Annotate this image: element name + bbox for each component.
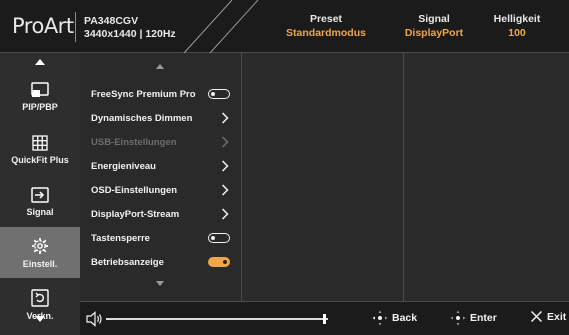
menu-scroll-up-icon[interactable] [80, 64, 240, 69]
signal-label: Signal [418, 13, 450, 25]
toggle-on-icon[interactable] [208, 257, 230, 267]
logo-divider [75, 12, 76, 42]
shortcut-icon [31, 288, 49, 307]
menu-item-tastensperre[interactable]: Tastensperre [80, 226, 240, 250]
brightness-status: Helligkeit 100 [478, 12, 556, 40]
sidebar-item-einstell[interactable]: Einstell. [0, 227, 80, 278]
brightness-value: 100 [508, 27, 526, 39]
settings-menu: FreeSync Premium Pro Dynamisches Dimmen … [80, 53, 242, 301]
chevron-right-icon [218, 207, 232, 221]
model-name: PA348CGV [84, 15, 139, 27]
sidebar-item-pip-pbp[interactable]: PIP/PBP [0, 71, 80, 122]
category-sidebar: PIP/PBP QuickFit Plus Signal Einstell. V… [0, 53, 80, 335]
chevron-right-icon [218, 135, 232, 149]
menu-item-displayport-stream[interactable]: DisplayPort-Stream [80, 202, 240, 226]
option-column [405, 53, 569, 301]
enter-button[interactable]: Enter [450, 310, 497, 326]
sidebar-item-quickfit-plus[interactable]: QuickFit Plus [0, 124, 80, 175]
volume-slider-track[interactable] [106, 318, 328, 320]
sidebar-item-label: PIP/PBP [22, 101, 58, 112]
proart-logo: ProArt [12, 14, 74, 38]
preset-status: Preset Standardmodus [270, 12, 382, 40]
sidebar-item-label: QuickFit Plus [11, 154, 69, 165]
menu-scroll-down-icon[interactable] [80, 281, 240, 286]
decorative-slash-lines [183, 0, 259, 53]
menu-item-dynamisches-dimmen[interactable]: Dynamisches Dimmen [80, 106, 240, 130]
chevron-right-icon [218, 111, 232, 125]
chevron-right-icon [218, 159, 232, 173]
exit-label: Exit [547, 310, 567, 323]
menu-item-freesync[interactable]: FreeSync Premium Pro [80, 82, 240, 106]
brightness-label: Helligkeit [493, 13, 541, 25]
osd-footer: Back Enter Exit [80, 301, 569, 335]
menu-item-label: OSD-Einstellungen [91, 184, 178, 196]
signal-status: Signal DisplayPort [390, 12, 478, 40]
sidebar-item-label: Signal [26, 206, 54, 217]
dpad-center-icon [450, 310, 466, 326]
input-icon [31, 186, 49, 203]
toggle-off-icon[interactable] [208, 233, 230, 243]
menu-item-label: USB-Einstellungen [91, 136, 177, 148]
osd-header: ProArt PA348CGV 3440x1440 | 120Hz Preset… [0, 0, 569, 53]
menu-item-label: DisplayPort-Stream [91, 208, 180, 220]
signal-value: DisplayPort [404, 27, 464, 39]
dpad-left-icon [372, 310, 388, 326]
model-info: PA348CGV 3440x1440 | 120Hz [84, 15, 176, 41]
speaker-icon [86, 311, 102, 327]
menu-item-betriebsanzeige[interactable]: Betriebsanzeige [80, 250, 240, 274]
back-label: Back [392, 312, 418, 324]
menu-item-energieniveau[interactable]: Energieniveau [80, 154, 240, 178]
menu-item-osd-einstellungen[interactable]: OSD-Einstellungen [80, 178, 240, 202]
volume-slider-knob[interactable] [322, 314, 326, 324]
model-resolution: 3440x1440 | 120Hz [84, 28, 176, 40]
menu-item-label: Dynamisches Dimmen [91, 112, 193, 124]
pip-icon [31, 81, 49, 97]
back-button[interactable]: Back [372, 310, 417, 326]
menu-item-label: Energieniveau [91, 160, 156, 172]
sidebar-item-signal[interactable]: Signal [0, 176, 80, 227]
preset-value: Standardmodus [286, 27, 366, 39]
toggle-off-icon[interactable] [208, 89, 230, 99]
menu-item-label: FreeSync Premium Pro [91, 88, 196, 100]
submenu-column [243, 53, 404, 301]
menu-item-label: Betriebsanzeige [91, 256, 164, 268]
sidebar-scroll-up-icon[interactable] [0, 55, 80, 69]
close-icon [530, 310, 543, 323]
chevron-right-icon [218, 183, 232, 197]
sidebar-item-label: Einstell. [22, 258, 58, 269]
exit-button[interactable]: Exit [530, 310, 566, 323]
menu-item-usb-einstellungen: USB-Einstellungen [80, 130, 240, 154]
grid-icon [32, 134, 48, 151]
enter-label: Enter [470, 312, 497, 324]
sidebar-scroll-down-icon[interactable] [0, 312, 80, 326]
menu-item-label: Tastensperre [91, 232, 150, 244]
preset-label: Preset [309, 13, 343, 25]
gear-icon [32, 237, 48, 254]
